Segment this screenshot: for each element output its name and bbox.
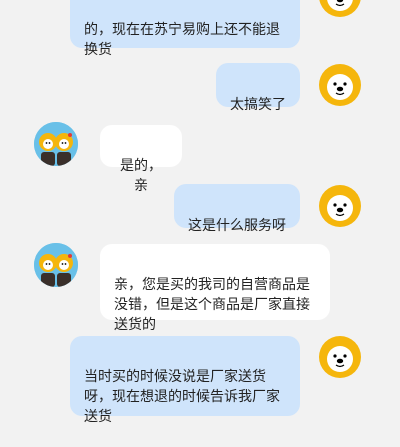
message-text: 亲，您是买的我司的自营商品是 没错，但是这个商品是厂家直接 送货的 [114,277,310,333]
message-text: 是的，亲 [120,158,162,194]
message-bubble-user[interactable]: 当时买的时候没说是厂家送货 呀，现在想退的时候告诉我厂家 送货 [70,336,300,425]
twin-mascot-avatar-icon[interactable] [34,243,78,287]
message-text: 当时买的时候没说是厂家送货 呀，现在想退的时候告诉我厂家 送货 [84,369,280,425]
lion-avatar-icon[interactable] [318,0,362,18]
lion-avatar-icon[interactable] [318,63,362,107]
message-bubble-user[interactable]: 太搞笑了 [216,63,300,113]
message-text: 太搞笑了 [230,97,286,113]
message-text: 的，现在在苏宁易购上还不能退 换货 [84,22,280,58]
message-bubble-agent[interactable]: 是的，亲 [100,125,182,194]
twin-mascot-avatar-icon[interactable] [34,122,78,166]
message-bubble-agent[interactable]: 亲，您是买的我司的自营商品是 没错，但是这个商品是厂家直接 送货的 [100,244,330,333]
message-bubble-user[interactable]: 这是什么服务呀 [174,184,300,234]
message-bubble-user[interactable]: 的，现在在苏宁易购上还不能退 换货 [70,0,300,58]
chat-thread[interactable]: 的，现在在苏宁易购上还不能退 换货 太搞笑了 是的，亲 这是什么服务呀 亲，您是… [0,0,400,425]
message-text: 这是什么服务呀 [188,218,286,234]
lion-avatar-icon[interactable] [318,335,362,379]
lion-avatar-icon[interactable] [318,184,362,228]
